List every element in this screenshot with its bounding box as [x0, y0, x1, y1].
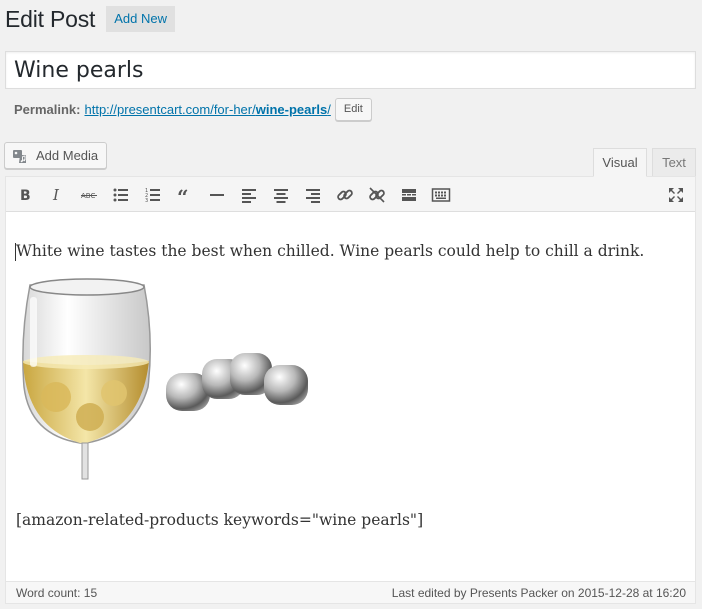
- align-left-icon: [242, 189, 256, 203]
- read-more-button[interactable]: [396, 182, 422, 208]
- content-paragraph: White wine tastes the best when chilled.…: [14, 242, 645, 261]
- italic-button[interactable]: I: [44, 182, 70, 208]
- last-edited: Last edited by Presents Packer on 2015-1…: [391, 585, 686, 600]
- tab-visual[interactable]: Visual: [593, 148, 647, 177]
- permalink-url-base: http://presentcart.com/for-her/: [84, 101, 256, 117]
- insert-link-button[interactable]: [332, 182, 358, 208]
- toolbar-toggle-button[interactable]: [428, 182, 454, 208]
- page-title: Edit Post: [5, 5, 96, 32]
- status-bar: Word count: 15 Last edited by Presents P…: [6, 581, 695, 603]
- align-center-icon: [274, 189, 288, 203]
- read-more-icon: [402, 189, 416, 201]
- page-header: Edit Post Add New: [5, 4, 175, 34]
- blockquote-icon: “: [177, 185, 189, 205]
- bulleted-list-button[interactable]: [108, 182, 134, 208]
- svg-text:I: I: [52, 186, 60, 204]
- tab-text[interactable]: Text: [652, 148, 696, 177]
- unlink-icon: [369, 187, 385, 203]
- bulleted-list-icon: [113, 188, 128, 202]
- strikethrough-icon: ABC: [81, 192, 97, 200]
- numbered-list-button[interactable]: 123: [140, 182, 166, 208]
- align-left-button[interactable]: [236, 182, 262, 208]
- bold-button[interactable]: B: [12, 182, 38, 208]
- permalink-row: Permalink: http://presentcart.com/for-he…: [14, 97, 372, 121]
- permalink-slug: wine-pearls: [255, 101, 328, 117]
- add-new-button[interactable]: Add New: [106, 6, 175, 32]
- fullscreen-icon: [669, 188, 683, 202]
- add-media-label: Add Media: [36, 148, 99, 163]
- wine-pearls-image[interactable]: [18, 277, 318, 487]
- bold-icon: B: [20, 188, 31, 204]
- align-right-icon: [306, 189, 320, 203]
- word-count: Word count: 15: [16, 585, 98, 600]
- horizontal-line-icon: [210, 194, 224, 196]
- post-title-input[interactable]: [5, 51, 696, 89]
- link-icon: [337, 189, 353, 201]
- blockquote-button[interactable]: “: [172, 182, 198, 208]
- italic-icon: I: [52, 186, 60, 204]
- editor-content[interactable]: White wine tastes the best when chilled.…: [6, 213, 695, 583]
- svg-text:“: “: [177, 185, 189, 205]
- remove-link-button[interactable]: [364, 182, 390, 208]
- permalink-label: Permalink:: [14, 101, 81, 117]
- align-right-button[interactable]: [300, 182, 326, 208]
- horizontal-line-button[interactable]: [204, 182, 230, 208]
- permalink-link[interactable]: http://presentcart.com/for-her/wine-pear…: [84, 102, 330, 117]
- fullscreen-button[interactable]: [663, 182, 689, 208]
- keyboard-icon: [431, 188, 451, 202]
- svg-text:3: 3: [145, 198, 148, 204]
- add-media-button[interactable]: Add Media: [4, 142, 108, 169]
- edit-permalink-button[interactable]: Edit: [334, 97, 372, 121]
- strikethrough-button[interactable]: ABC: [76, 182, 102, 208]
- editor-toolbar: B I ABC 123 “: [6, 177, 695, 212]
- numbered-list-icon: 123: [145, 188, 160, 204]
- align-center-button[interactable]: [268, 182, 294, 208]
- media-icon: [13, 149, 26, 163]
- content-shortcode: [amazon-related-products keywords="wine …: [16, 511, 424, 529]
- editor: B I ABC 123 “: [5, 176, 696, 604]
- svg-text:B: B: [20, 188, 31, 204]
- permalink-url-end: /: [327, 101, 331, 117]
